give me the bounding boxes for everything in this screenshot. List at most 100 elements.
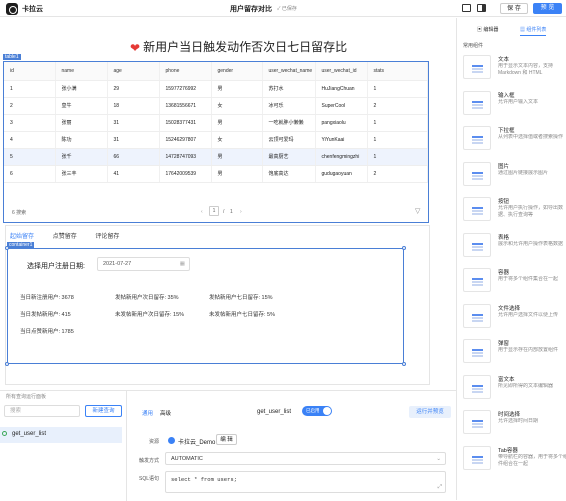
stat-text: 发帖新用户七日留存: 15% — [209, 295, 273, 301]
save-button[interactable]: 保 存 — [500, 3, 528, 14]
component-icon — [463, 126, 491, 150]
tab-general[interactable]: 通用 — [142, 409, 153, 417]
component-title: 输入框 — [498, 92, 515, 99]
trigger-select[interactable]: AUTOMATIC ⌄ — [165, 452, 446, 465]
page-input[interactable]: 1 — [209, 206, 219, 216]
component-item[interactable]: 图片 通过图片链接展示图片 — [463, 161, 566, 192]
component-icon — [463, 268, 491, 292]
stat-text: 未发帖新用户七日留存: 5% — [209, 312, 276, 318]
component-desc: 允许用户选择文件以便上传 — [498, 311, 559, 318]
table-cell: 1 — [367, 131, 428, 149]
component-item[interactable]: 容器 用于将多个组件集合在一起 — [463, 268, 566, 298]
column-header[interactable]: age — [107, 62, 160, 81]
heart-icon: ❤ — [130, 40, 141, 55]
layout-right-icon[interactable] — [477, 4, 486, 12]
table-cell: 饱底高达 — [262, 165, 316, 183]
tab-components[interactable]: ▦ 组件列表 — [520, 26, 547, 36]
chevron-down-icon: ⌄ — [436, 456, 441, 462]
divider — [126, 391, 127, 501]
component-title: 下拉框 — [498, 128, 515, 134]
component-desc: 用于显示文本内容，支持 Markdown 和 HTML — [498, 63, 554, 76]
column-header[interactable]: name — [55, 62, 108, 81]
resize-handle[interactable] — [402, 246, 406, 250]
enable-toggle[interactable]: 已启用 — [302, 406, 332, 416]
run-preview-button[interactable]: 运行并预览 — [409, 406, 451, 418]
page-heading-text: 新用户当日触发动作否次日七日留存比 — [143, 40, 348, 54]
new-query-button[interactable]: 新建查询 — [85, 405, 122, 417]
component-icon — [463, 303, 491, 328]
query-list-item[interactable]: get_user_list — [0, 427, 122, 443]
table-cell: 一吃就胖小懒懒 — [262, 114, 316, 132]
table-cell: 最高厨艺 — [262, 148, 316, 166]
calendar-icon: ▦ — [179, 261, 185, 267]
table-cell: 66 — [107, 148, 160, 166]
tab-editor[interactable]: ▣ 编辑器 — [477, 26, 498, 33]
table-row[interactable]: 2 皇牛 18 13681556671 女冰可乐 SuperCool 2 — [4, 97, 428, 115]
component-icon — [463, 445, 491, 470]
query-search-input[interactable]: 搜索 — [4, 405, 80, 417]
table-cell: 2 — [367, 165, 428, 183]
tab-comment[interactable]: 评论留存 — [95, 234, 119, 240]
document-title[interactable]: 用户留存对比 — [230, 4, 272, 14]
resize-handle[interactable] — [402, 362, 406, 366]
component-title: 文件选择 — [498, 305, 521, 312]
sql-editor[interactable]: select * from users; ⤢ — [165, 471, 446, 493]
filter-icon[interactable]: ▽ — [415, 207, 420, 215]
component-item[interactable]: 时间选择 允许选择时间日期 — [463, 410, 566, 440]
table-cell: 5 — [4, 148, 56, 166]
table-cell: 4 — [4, 131, 56, 149]
table-row[interactable]: 5 张千 66 14728747093 男最高厨艺 chenfengmingzhi 1 — [4, 148, 428, 166]
component-desc: 所见即所得的文本编辑器 — [498, 382, 554, 389]
table-row[interactable]: 6 张三丰 41 17642009539 男饱底高达 gudugaoyuan 2 — [4, 165, 428, 183]
table-row[interactable]: 4 陈功 31 15246297807 女云顶可爱玛 YiYunKaai 1 — [4, 131, 428, 149]
resource-name[interactable]: 卡拉云_Demo — [178, 437, 215, 446]
container-widget[interactable]: container1 选择用户注册日期: 2021-07-27 ▦ 当日新注册用… — [5, 242, 406, 366]
component-item[interactable]: 表格 展示和允许用户操作表格数据 — [463, 232, 566, 263]
page-sep: / — [223, 209, 225, 215]
component-item[interactable]: 富文本 所见即所得的文本编辑器 — [463, 374, 566, 405]
panel-header: 所有查询运行面板 — [6, 394, 47, 400]
resize-handle[interactable] — [5, 246, 9, 250]
table-cell: 1 — [367, 148, 428, 166]
column-header[interactable]: user_wechat_name — [262, 62, 316, 81]
preview-button[interactable]: 预 览 — [533, 3, 562, 14]
component-item[interactable]: Tab容器 带导航栏的容器，用于将多个组件组合在一起 — [463, 445, 566, 476]
component-desc: 从列表中选择值或者搜索操作 — [498, 134, 564, 140]
component-item[interactable]: 输入框 允许用户输入文本 — [463, 90, 566, 121]
column-header[interactable]: id — [4, 62, 56, 81]
component-item[interactable]: 弹窗 用于显示存在内部放置组件 — [463, 339, 566, 369]
component-title: 时间选择 — [498, 412, 521, 418]
column-header[interactable]: user_wechat_id — [315, 62, 368, 81]
component-title: 弹窗 — [498, 341, 510, 347]
component-title: 按钮 — [498, 199, 510, 205]
prev-page-icon[interactable]: ‹ — [201, 209, 203, 215]
tab-like[interactable]: 点赞留存 — [53, 234, 77, 240]
layout-left-icon[interactable] — [462, 4, 471, 12]
data-table: id name age phone gender user_wechat_name user… — [4, 62, 428, 183]
edit-resource-button[interactable]: 编 辑 — [216, 434, 237, 445]
table-row[interactable]: 1 张小满 29 15977276992 男苏打水 HuJiangChuan 1 — [4, 80, 428, 98]
column-header[interactable]: phone — [159, 62, 212, 81]
trigger-label: 触发方式 — [139, 458, 160, 464]
tab-advanced[interactable]: 高级 — [160, 409, 171, 417]
component-item[interactable]: 下拉框 从列表中选择值或者搜索操作 — [463, 126, 566, 156]
sql-label: SQL语句 — [139, 476, 160, 482]
column-header[interactable]: gender — [211, 62, 263, 81]
table-cell: 张三丰 — [55, 165, 108, 183]
database-icon — [168, 437, 175, 444]
component-item[interactable]: 文件选择 允许用户选择文件以便上传 — [463, 303, 566, 334]
resize-handle[interactable] — [5, 362, 9, 366]
component-item[interactable]: 文本 用于显示文本内容，支持 Markdown 和 HTML — [463, 55, 566, 85]
date-picker[interactable]: 2021-07-27 ▦ — [97, 257, 190, 271]
query-title[interactable]: get_user_list — [257, 409, 291, 415]
component-item[interactable]: 按钮 允许用户执行操作，如导出数据、执行查询等 — [463, 197, 566, 227]
next-page-icon[interactable]: › — [240, 209, 242, 215]
table-cell: 41 — [107, 165, 160, 183]
container-tag: container1 — [7, 242, 35, 248]
table-row[interactable]: 3 张丽 31 15028377431 男一吃就胖小懒懒 pangxiaolu 1 — [4, 114, 428, 132]
expand-icon[interactable]: ⤢ — [438, 483, 442, 491]
trigger-value: AUTOMATIC — [171, 456, 203, 462]
table-widget[interactable]: table1 id name age phone gender user_wechat_n… — [3, 54, 429, 223]
table-cell: 陈功 — [55, 131, 108, 149]
column-header[interactable]: stats — [367, 62, 428, 81]
